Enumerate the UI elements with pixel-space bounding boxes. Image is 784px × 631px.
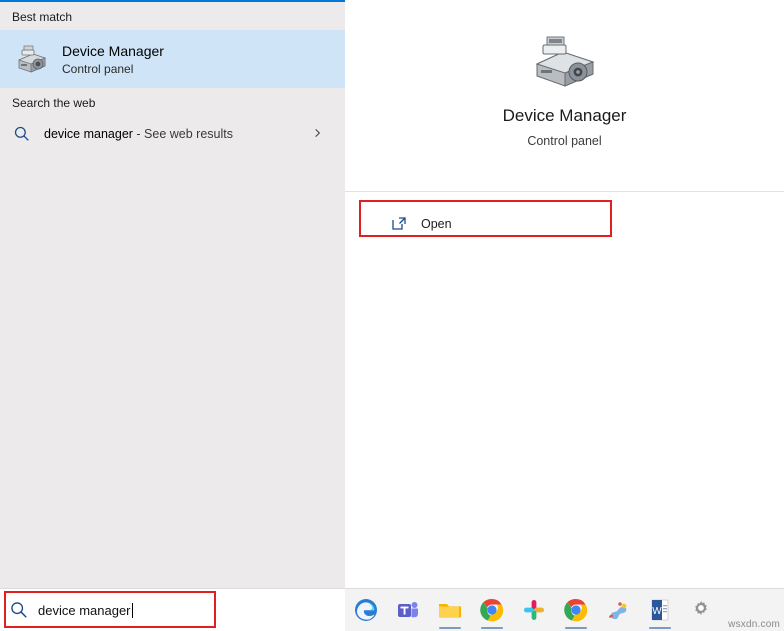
- taskbar-app-buttons: W: [345, 589, 723, 631]
- start-search-flyout: Best match Device Manager Control panel …: [0, 0, 784, 631]
- taskbar-active-indicator: [439, 627, 461, 629]
- taskbar: device manager W wsxdn.com: [0, 588, 784, 631]
- taskbar-item-slack[interactable]: [513, 589, 555, 631]
- app-preview-card: Device Manager Control panel: [345, 2, 784, 192]
- edge-icon: [353, 597, 379, 623]
- taskbar-item-file-explorer[interactable]: [429, 589, 471, 631]
- web-result-suffix: - See web results: [132, 127, 233, 141]
- search-the-web-header: Search the web: [12, 96, 96, 110]
- preview-pane: Device Manager Control panel Open: [345, 0, 784, 590]
- taskbar-search-box[interactable]: device manager: [0, 589, 345, 631]
- taskbar-item-paint[interactable]: [597, 589, 639, 631]
- chrome-icon: [563, 597, 589, 623]
- chevron-right-icon[interactable]: [312, 127, 323, 142]
- folder-icon: [437, 597, 463, 623]
- watermark: wsxdn.com: [728, 619, 780, 630]
- open-button-label: Open: [421, 217, 452, 231]
- web-result-label: device manager - See web results: [44, 127, 233, 141]
- svg-text:W: W: [652, 606, 662, 617]
- web-result-query: device manager: [44, 127, 133, 141]
- best-match-header: Best match: [12, 10, 73, 24]
- preview-actions: Open: [345, 206, 784, 246]
- best-match-title: Device Manager: [62, 42, 164, 59]
- open-button[interactable]: Open: [361, 206, 611, 242]
- search-result-device-manager[interactable]: Device Manager Control panel: [0, 30, 345, 88]
- search-icon: [8, 599, 30, 621]
- taskbar-active-indicator: [565, 627, 587, 629]
- search-input-text: device manager: [38, 602, 131, 618]
- text-caret: [131, 602, 133, 618]
- web-result-item[interactable]: device manager - See web results: [0, 116, 345, 152]
- taskbar-item-microsoft-teams[interactable]: [387, 589, 429, 631]
- preview-title: Device Manager: [502, 106, 627, 125]
- paint-icon: [605, 597, 631, 623]
- word-icon: W: [647, 597, 673, 623]
- slack-icon: [521, 597, 547, 623]
- taskbar-item-chrome-beta[interactable]: [555, 589, 597, 631]
- search-results-pane: Best match Device Manager Control panel …: [0, 0, 345, 590]
- search-input-value[interactable]: device manager: [38, 602, 133, 618]
- taskbar-item-google-chrome[interactable]: [471, 589, 513, 631]
- teams-icon: [395, 597, 421, 623]
- chrome-icon: [479, 597, 505, 623]
- taskbar-active-indicator: [481, 627, 503, 629]
- best-match-text: Device Manager Control panel: [62, 42, 164, 77]
- open-external-icon: [391, 216, 407, 232]
- taskbar-item-microsoft-word[interactable]: W: [639, 589, 681, 631]
- gear-icon: [689, 597, 715, 623]
- taskbar-active-indicator: [649, 627, 671, 629]
- preview-subtitle: Control panel: [527, 134, 602, 148]
- search-icon: [12, 124, 32, 144]
- best-match-subtitle: Control panel: [62, 61, 134, 76]
- device-manager-icon: [529, 32, 601, 92]
- device-manager-icon: [12, 40, 50, 78]
- taskbar-item-settings[interactable]: [681, 589, 723, 631]
- taskbar-item-microsoft-edge[interactable]: [345, 589, 387, 631]
